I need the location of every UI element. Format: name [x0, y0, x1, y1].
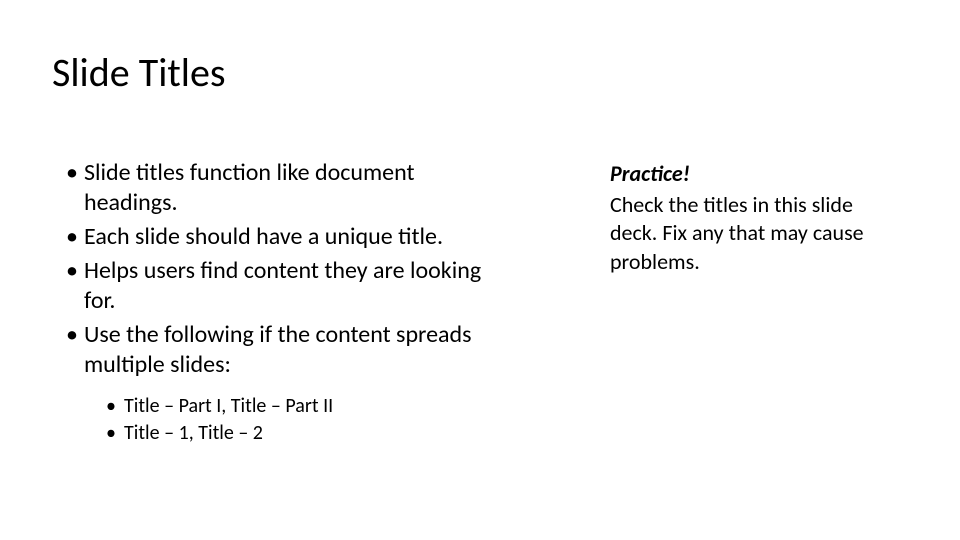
bullet-item: Each slide should have a unique title. [66, 222, 496, 252]
main-bullet-list: Slide titles function like document head… [66, 158, 496, 448]
sub-bullet-list: Title – Part I, Title – Part II Title – … [106, 394, 496, 446]
bullet-item: Slide titles function like document head… [66, 158, 496, 218]
practice-box: Practice! Check the titles in this slide… [610, 160, 890, 276]
bullet-item: Use the following if the content spreads… [66, 320, 496, 380]
slide-title: Slide Titles [52, 48, 226, 97]
practice-body: Check the titles in this slide deck. Fix… [610, 191, 890, 277]
slide: Slide Titles Slide titles function like … [0, 0, 960, 540]
bullet-item: Helps users find content they are lookin… [66, 256, 496, 316]
practice-heading: Practice! [610, 160, 890, 189]
sub-bullet-item: Title – Part I, Title – Part II [106, 394, 496, 419]
sub-bullet-item: Title – 1, Title – 2 [106, 421, 496, 446]
